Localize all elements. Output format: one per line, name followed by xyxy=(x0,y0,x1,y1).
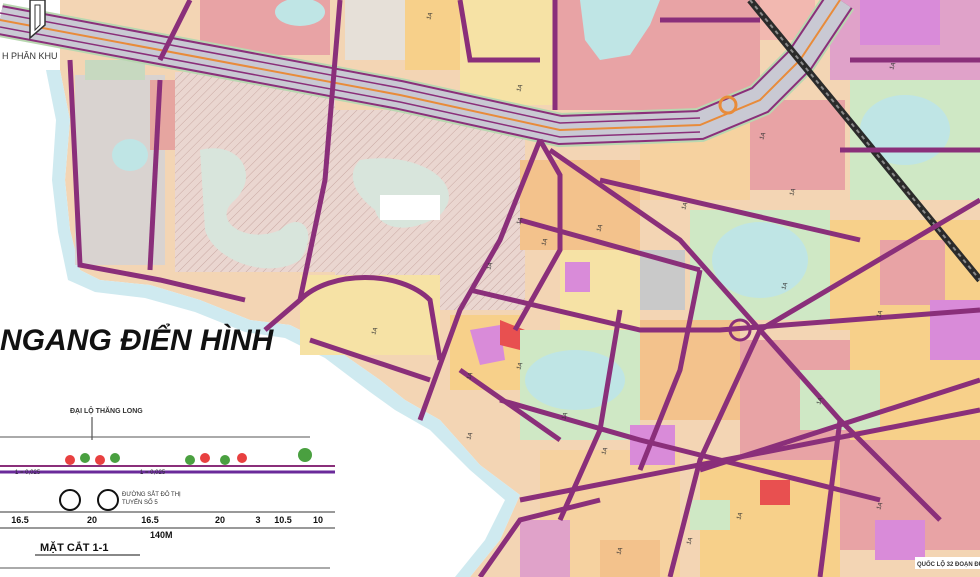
zone-block xyxy=(880,240,945,305)
lake xyxy=(112,139,148,171)
zone-block xyxy=(85,60,145,80)
dimension-value: 16.5 xyxy=(141,515,159,525)
zone-block xyxy=(760,480,790,505)
dimension-value: 20 xyxy=(215,515,225,525)
zone-block xyxy=(345,0,405,60)
zone-block xyxy=(860,0,940,45)
note-box xyxy=(380,195,440,220)
slope-label: 1 = 0,025 xyxy=(15,470,41,476)
highway-label: QUỐC LỘ 32 ĐOẠN ĐƯỜNG xyxy=(917,560,980,568)
tunnel-icon xyxy=(59,489,81,511)
dimension-value: 3 xyxy=(255,515,260,525)
dimension-value: 16.5 xyxy=(11,515,29,525)
total-width: 140M xyxy=(150,530,173,540)
slope-label: 1 = 0,025 xyxy=(140,470,166,476)
road-name-label: ĐẠI LỘ THĂNG LONG xyxy=(70,406,143,415)
zone-block xyxy=(460,0,555,105)
dimension-value: 20 xyxy=(87,515,97,525)
map-canvas[interactable]: 1A1A1A1A1A1A1A1A1A1A1A1A1A1A1A1A1A1A1A1A… xyxy=(0,0,980,577)
dimension-value: 10.5 xyxy=(274,515,292,525)
zone-block xyxy=(690,500,730,530)
cross-section-heading: NGANG ĐIỂN HÌNH xyxy=(0,323,275,357)
zone-block xyxy=(600,540,660,577)
section-title: MẶT CẮT 1-1 xyxy=(40,541,108,554)
zone-block xyxy=(405,0,460,70)
lake xyxy=(712,222,808,298)
rail-label: TUYẾN SỐ 5 xyxy=(122,499,158,506)
zone-block xyxy=(565,262,590,292)
tunnel-icon xyxy=(97,489,119,511)
area-label: H PHÂN KHU xyxy=(2,51,58,61)
dimension-value: 10 xyxy=(313,515,323,525)
zone-block xyxy=(875,520,925,560)
zone-block xyxy=(520,520,570,577)
planning-map: 1A 1A 1A 1A 1A 1A 1A 1A 1A 1A 1A 1A 1A 1A 1A 1A 1A 1A 1A 1A… xyxy=(0,0,980,577)
zone-block xyxy=(150,80,175,150)
rail-label: ĐƯỜNG SẮT ĐÔ THỊ xyxy=(122,490,181,498)
cross-section-diagram: ĐẠI LỘ THĂNG LONG 1 = 0,025 1 = 0,025 ĐƯ… xyxy=(0,400,335,577)
